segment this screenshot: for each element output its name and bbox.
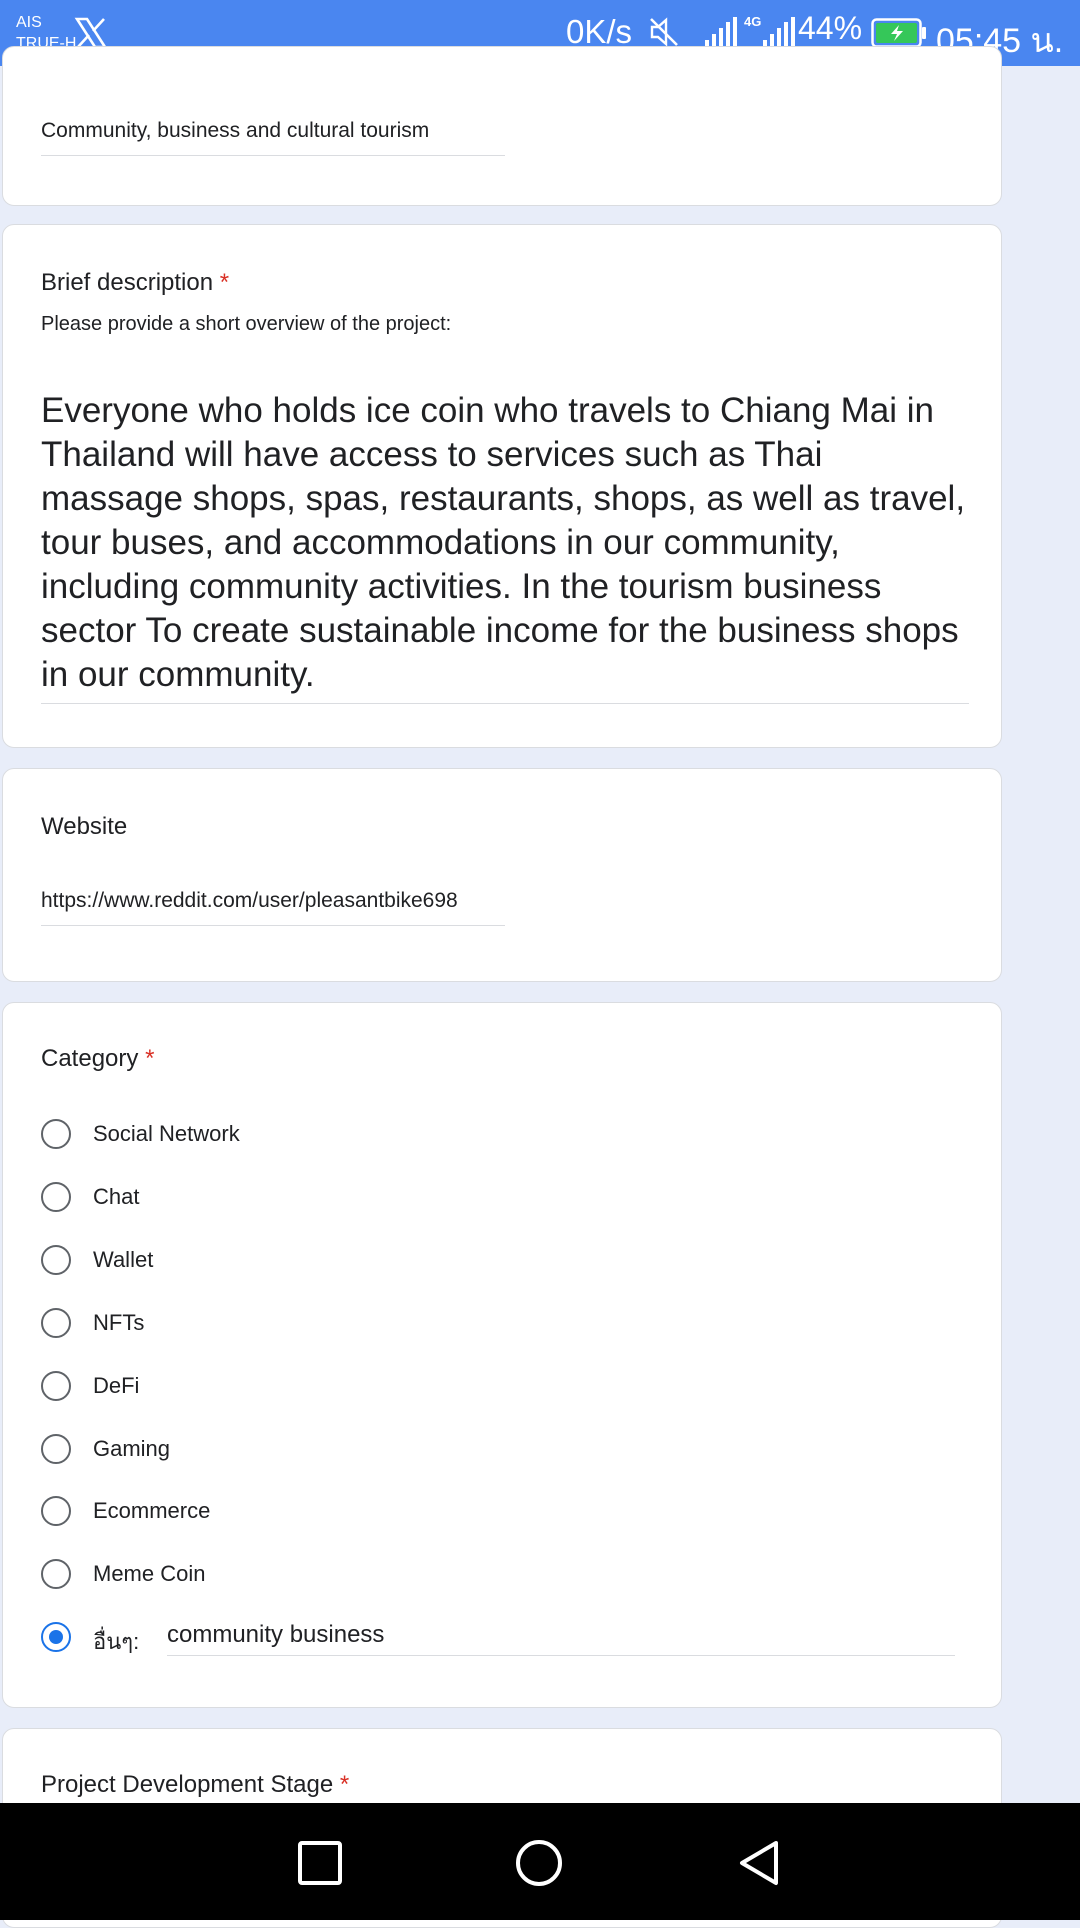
- radio-button[interactable]: [41, 1434, 71, 1464]
- category-option-ecommerce[interactable]: Ecommerce: [41, 1495, 961, 1535]
- other-option-label: อื่นๆ:: [93, 1629, 140, 1654]
- category-option-chat[interactable]: Chat: [41, 1181, 961, 1221]
- category-option-defi[interactable]: DeFi: [41, 1370, 961, 1410]
- question-card-category: Category * Social Network Chat Wallet NF…: [2, 1002, 1002, 1708]
- question-title: Brief description *: [41, 269, 229, 297]
- radio-button[interactable]: [41, 1371, 71, 1401]
- previous-answer-input[interactable]: Community, business and cultural tourism: [41, 115, 505, 156]
- recent-apps-icon[interactable]: [296, 1839, 344, 1887]
- radio-button[interactable]: [41, 1496, 71, 1526]
- option-label: DeFi: [93, 1373, 140, 1398]
- website-input[interactable]: https://www.reddit.com/user/pleasantbike…: [41, 885, 505, 926]
- mute-icon: [650, 17, 678, 47]
- option-label: Ecommerce: [93, 1498, 211, 1523]
- option-label: Meme Coin: [93, 1561, 206, 1586]
- battery-charging-icon: [871, 18, 926, 48]
- category-option-gaming[interactable]: Gaming: [41, 1433, 961, 1473]
- home-icon[interactable]: [515, 1839, 563, 1887]
- brief-description-textarea[interactable]: Everyone who holds ice coin who travels …: [41, 389, 969, 704]
- question-title: Project Development Stage *: [41, 1771, 349, 1799]
- question-title: Category *: [41, 1045, 154, 1073]
- navigation-bar: [0, 1803, 1080, 1920]
- question-help-text: Please provide a short overview of the p…: [41, 313, 452, 335]
- question-card-previous: Community, business and cultural tourism: [2, 46, 1002, 206]
- back-icon[interactable]: [736, 1839, 784, 1887]
- signal-icon: [705, 17, 737, 47]
- question-title: Website: [41, 813, 128, 840]
- question-title-text: Category: [41, 1045, 139, 1072]
- carrier-line-1: AIS: [16, 14, 42, 31]
- radio-button[interactable]: [41, 1308, 71, 1338]
- category-option-meme-coin[interactable]: Meme Coin: [41, 1558, 961, 1598]
- x-logo-icon: [74, 17, 108, 49]
- category-option-wallet[interactable]: Wallet: [41, 1244, 961, 1284]
- radio-button[interactable]: [41, 1245, 71, 1275]
- network-type: 4G: [744, 14, 762, 29]
- option-label: Gaming: [93, 1436, 171, 1461]
- category-option-other[interactable]: อื่นๆ: community business: [41, 1621, 961, 1661]
- radio-button-selected[interactable]: [41, 1622, 71, 1652]
- radio-button[interactable]: [41, 1119, 71, 1149]
- question-card-website: Website https://www.reddit.com/user/plea…: [2, 768, 1002, 982]
- question-title-text: Brief description: [41, 269, 214, 296]
- option-label: Chat: [93, 1184, 140, 1209]
- radio-button[interactable]: [41, 1182, 71, 1212]
- other-text-input[interactable]: community business: [167, 1617, 955, 1656]
- question-card-brief-description: Brief description * Please provide a sho…: [2, 224, 1002, 748]
- category-option-nfts[interactable]: NFTs: [41, 1307, 961, 1347]
- question-title-text: Project Development Stage: [41, 1771, 334, 1798]
- required-mark: *: [219, 269, 230, 296]
- battery-percent: 44%: [798, 10, 863, 46]
- required-mark: *: [145, 1045, 155, 1072]
- option-label: Wallet: [93, 1247, 154, 1272]
- option-label: NFTs: [93, 1310, 145, 1335]
- radio-button[interactable]: [41, 1559, 71, 1589]
- option-label: Social Network: [93, 1121, 240, 1146]
- required-mark: *: [339, 1771, 350, 1798]
- signal-icon-2: [763, 17, 795, 47]
- category-option-social-network[interactable]: Social Network: [41, 1118, 961, 1158]
